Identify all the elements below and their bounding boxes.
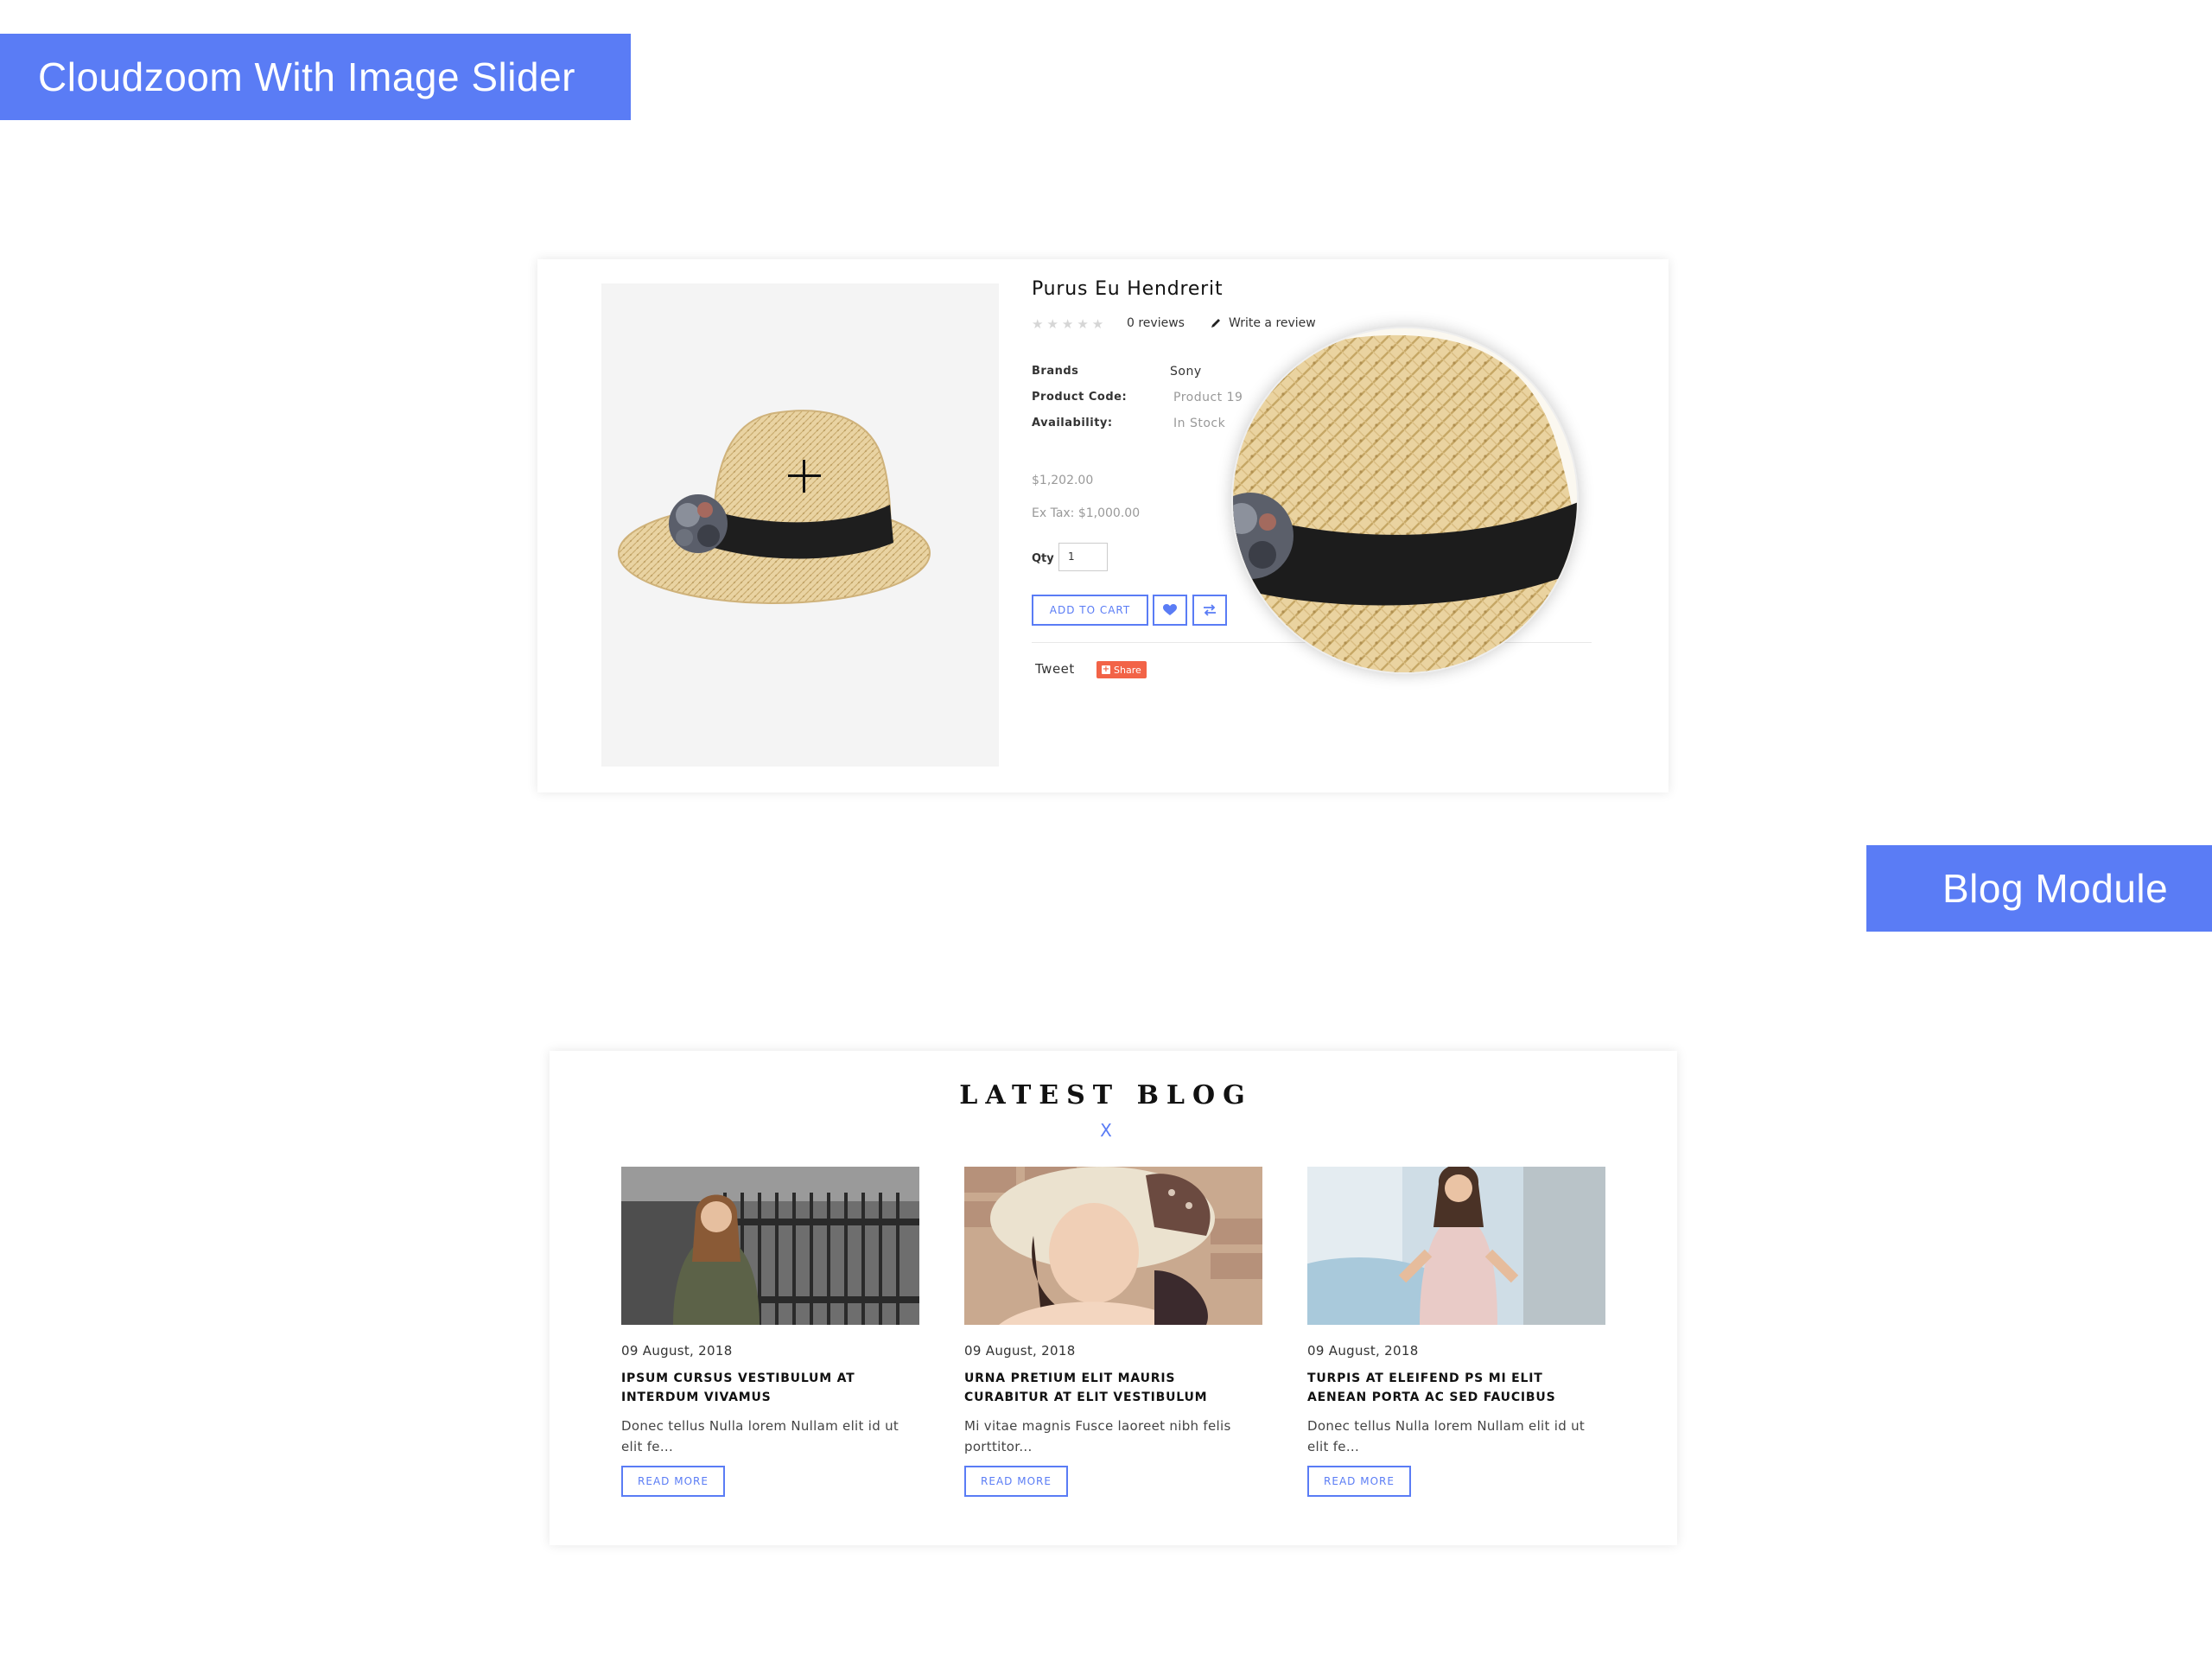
blog-post-title[interactable]: URNA PRETIUM ELIT MAURIS CURABITUR AT EL… [964, 1369, 1258, 1407]
section-banner-blog: Blog Module [1866, 845, 2212, 932]
spec-label-product-code: Product Code: [1032, 391, 1128, 404]
blog-post-excerpt: Donec tellus Nulla lorem Nullam elit id … [621, 1418, 899, 1454]
compare-button[interactable] [1192, 595, 1227, 626]
blog-section-title: LATEST BLOG [959, 1080, 1253, 1111]
pencil-icon [1211, 319, 1220, 328]
product-image[interactable] [601, 283, 999, 767]
blog-post-date: 09 August, 2018 [964, 1343, 1076, 1359]
spec-label-availability: Availability: [1032, 417, 1113, 430]
blog-photo-woman-dress [1307, 1167, 1605, 1325]
blog-photo-woman-fence [621, 1167, 919, 1325]
read-more-button[interactable]: READ MORE [1307, 1466, 1411, 1497]
blog-post-excerpt: Donec tellus Nulla lorem Nullam elit id … [1307, 1418, 1586, 1454]
tweet-button[interactable]: Tweet [1035, 661, 1075, 677]
share-button[interactable]: + Share [1096, 661, 1147, 678]
read-more-button[interactable]: READ MORE [964, 1466, 1068, 1497]
product-title: Purus Eu Hendrerit [1032, 278, 1224, 300]
blog-separator: X [1100, 1120, 1112, 1141]
heart-icon [1163, 604, 1177, 615]
blog-post-image[interactable] [621, 1167, 919, 1325]
write-review-label: Write a review [1229, 316, 1316, 330]
product-ex-tax: Ex Tax: $1,000.00 [1032, 506, 1141, 520]
wishlist-button[interactable] [1153, 595, 1187, 626]
read-more-button[interactable]: READ MORE [621, 1466, 725, 1497]
blog-post-image[interactable] [1307, 1167, 1605, 1325]
zoom-lens [1231, 327, 1579, 674]
blog-post-date: 09 August, 2018 [1307, 1343, 1419, 1359]
blog-post-date: 09 August, 2018 [621, 1343, 733, 1359]
qty-label: Qty [1032, 552, 1054, 565]
rating-stars-icon: ★★★★★ [1032, 316, 1108, 332]
write-review-link[interactable]: Write a review [1210, 316, 1316, 330]
compare-arrows-icon [1204, 604, 1216, 616]
section-banner-cloudzoom: Cloudzoom With Image Slider [0, 34, 631, 120]
blog-post-title[interactable]: TURPIS AT ELEIFEND PS MI ELIT AENEAN POR… [1307, 1369, 1601, 1407]
product-price: $1,202.00 [1032, 474, 1094, 487]
share-plus-icon: + [1102, 665, 1110, 674]
spec-value-product-code: Product 19 [1173, 391, 1243, 404]
zoom-crosshair-icon [788, 460, 821, 493]
spec-label-brands: Brands [1032, 365, 1079, 378]
blog-post-title[interactable]: IPSUM CURSUS VESTIBULUM AT INTERDUM VIVA… [621, 1369, 915, 1407]
add-to-cart-button[interactable]: ADD TO CART [1032, 595, 1148, 626]
qty-input[interactable]: 1 [1058, 543, 1108, 571]
spec-value-availability: In Stock [1173, 417, 1226, 430]
qty-value: 1 [1068, 550, 1075, 563]
spec-value-brands[interactable]: Sony [1170, 365, 1202, 379]
reviews-link[interactable]: 0 reviews [1127, 316, 1185, 330]
hat-image [618, 410, 931, 604]
blog-post-image[interactable] [964, 1167, 1262, 1325]
hat-zoom-image [1233, 328, 1577, 672]
blog-photo-woman-hat [964, 1167, 1262, 1325]
share-label: Share [1114, 664, 1141, 676]
blog-post-excerpt: Mi vitae magnis Fusce laoreet nibh felis… [964, 1418, 1231, 1454]
